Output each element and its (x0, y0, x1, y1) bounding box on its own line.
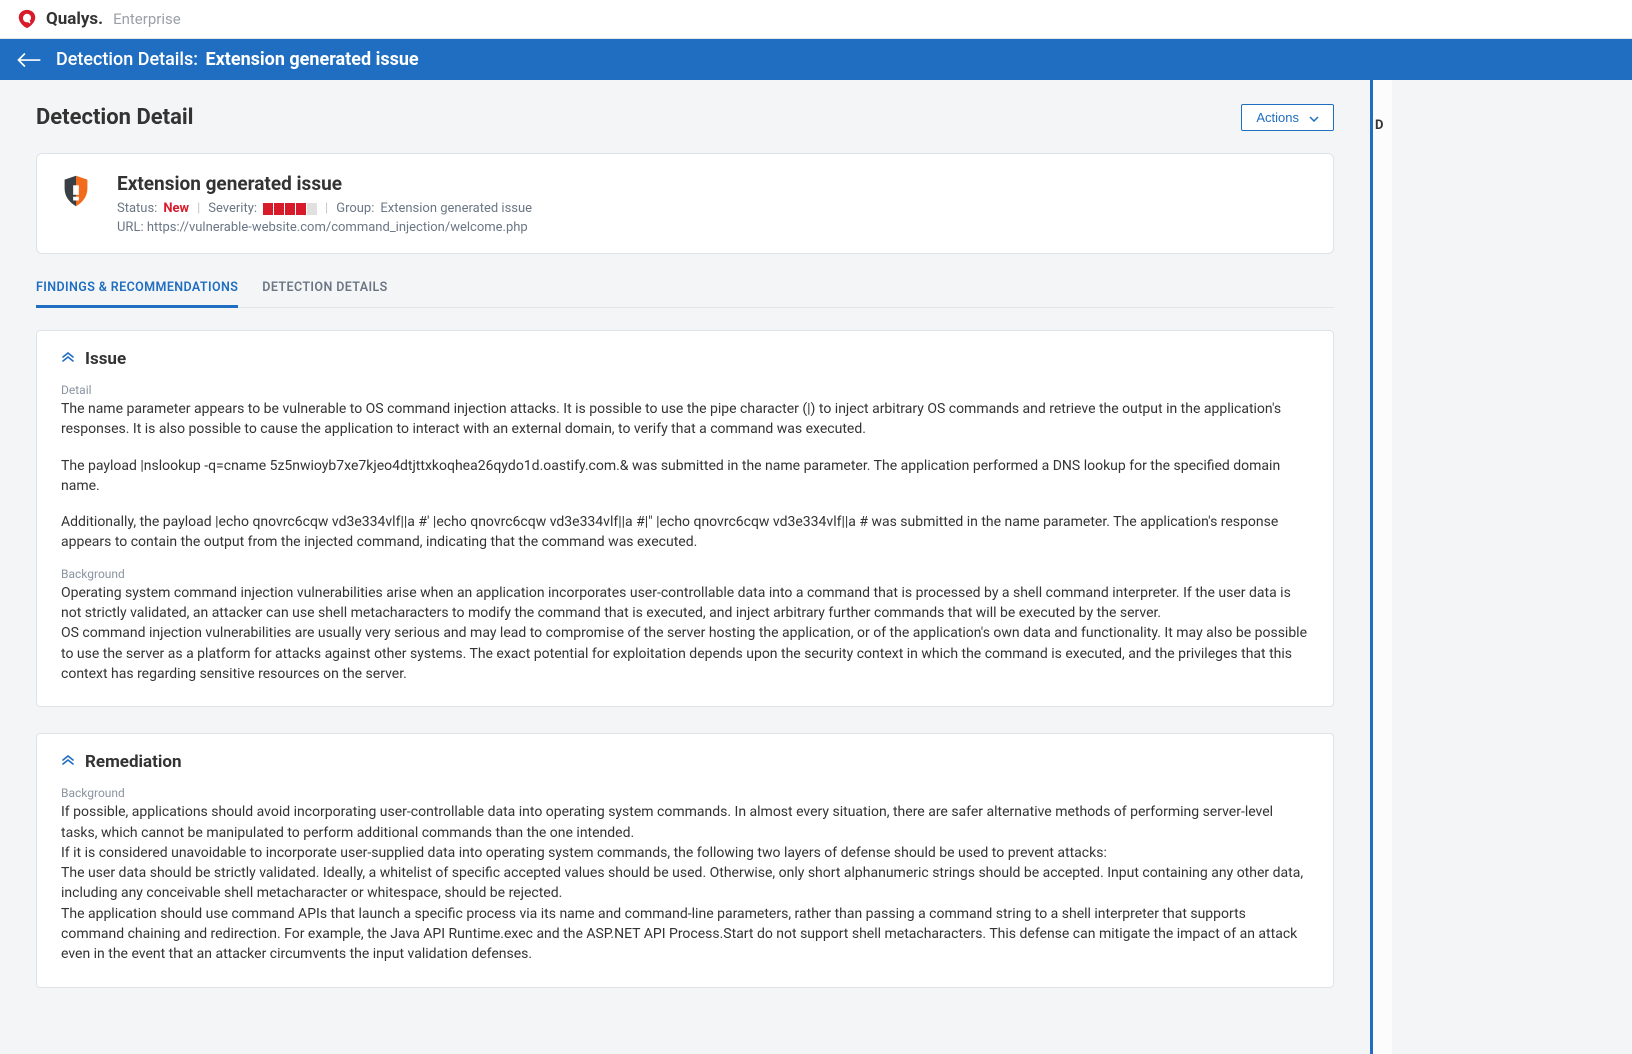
issue-detail-label: Detail (61, 383, 1309, 397)
brand-sub: Enterprise (113, 10, 181, 28)
issue-detail-text-3: Additionally, the payload |echo qnovrc6c… (61, 512, 1309, 553)
rail-item[interactable] (1373, 353, 1392, 388)
brand-bar: Qualys. Enterprise (0, 0, 1632, 39)
issue-detail-text-1: The name parameter appears to be vulnera… (61, 399, 1309, 440)
issue-background-label: Background (61, 567, 1309, 581)
group-label: Group: (336, 201, 374, 216)
remediation-heading: Remediation (85, 752, 182, 772)
remediation-text-4: The application should use command APIs … (61, 904, 1309, 965)
collapse-icon[interactable] (61, 352, 75, 366)
rail-item[interactable] (1373, 143, 1392, 178)
rail-item[interactable] (1373, 178, 1392, 213)
rail-item[interactable]: D (1373, 108, 1392, 143)
breadcrumb-label: Detection Details: (56, 49, 198, 70)
remediation-text-2: If it is considered unavoidable to incor… (61, 843, 1309, 863)
actions-button-label: Actions (1256, 110, 1299, 125)
meta-separator: | (325, 201, 328, 216)
page-title: Detection Detail (36, 105, 194, 130)
main-content: Detection Detail Actions Extension gener… (0, 80, 1370, 1054)
collapse-icon[interactable] (61, 755, 75, 769)
rail-item[interactable] (1373, 318, 1392, 353)
brand-name: Qualys. (46, 9, 103, 29)
summary-title: Extension generated issue (117, 172, 1313, 195)
tab-detection-details[interactable]: DETECTION DETAILS (262, 272, 387, 307)
issue-panel: Issue Detail The name parameter appears … (36, 330, 1334, 707)
shield-icon (57, 172, 95, 210)
status-value: New (163, 201, 189, 216)
url-value: https://vulnerable-website.com/command_i… (147, 220, 528, 235)
meta-separator: | (197, 201, 200, 216)
group-value: Extension generated issue (380, 201, 532, 216)
chevron-down-icon (1309, 110, 1319, 125)
issue-background-text-1: Operating system command injection vulne… (61, 583, 1309, 624)
issue-heading: Issue (85, 349, 126, 369)
remediation-text-3: The user data should be strictly validat… (61, 863, 1309, 904)
tab-findings[interactable]: FINDINGS & RECOMMENDATIONS (36, 272, 238, 308)
qualys-logo-icon (16, 8, 38, 30)
tabs: FINDINGS & RECOMMENDATIONS DETECTION DET… (36, 272, 1334, 308)
breadcrumb-title: Extension generated issue (205, 49, 418, 70)
right-rail: D (1370, 80, 1392, 1054)
severity-bars (263, 203, 317, 215)
issue-detail-text-2: The payload |nslookup -q=cname 5z5nwioyb… (61, 456, 1309, 497)
rail-item[interactable] (1373, 248, 1392, 283)
remediation-text-1: If possible, applications should avoid i… (61, 802, 1309, 843)
actions-button[interactable]: Actions (1241, 104, 1334, 131)
breadcrumb-bar: Detection Details: Extension generated i… (0, 39, 1632, 80)
rail-item[interactable] (1373, 213, 1392, 248)
severity-label: Severity: (208, 201, 257, 216)
back-button[interactable] (16, 51, 42, 69)
status-label: Status: (117, 201, 157, 216)
remediation-background-label: Background (61, 786, 1309, 800)
url-label: URL: (117, 220, 144, 235)
remediation-panel: Remediation Background If possible, appl… (36, 733, 1334, 987)
summary-card: Extension generated issue Status: New | … (36, 153, 1334, 254)
issue-background-text-2: OS command injection vulnerabilities are… (61, 623, 1309, 684)
rail-item[interactable] (1373, 283, 1392, 318)
